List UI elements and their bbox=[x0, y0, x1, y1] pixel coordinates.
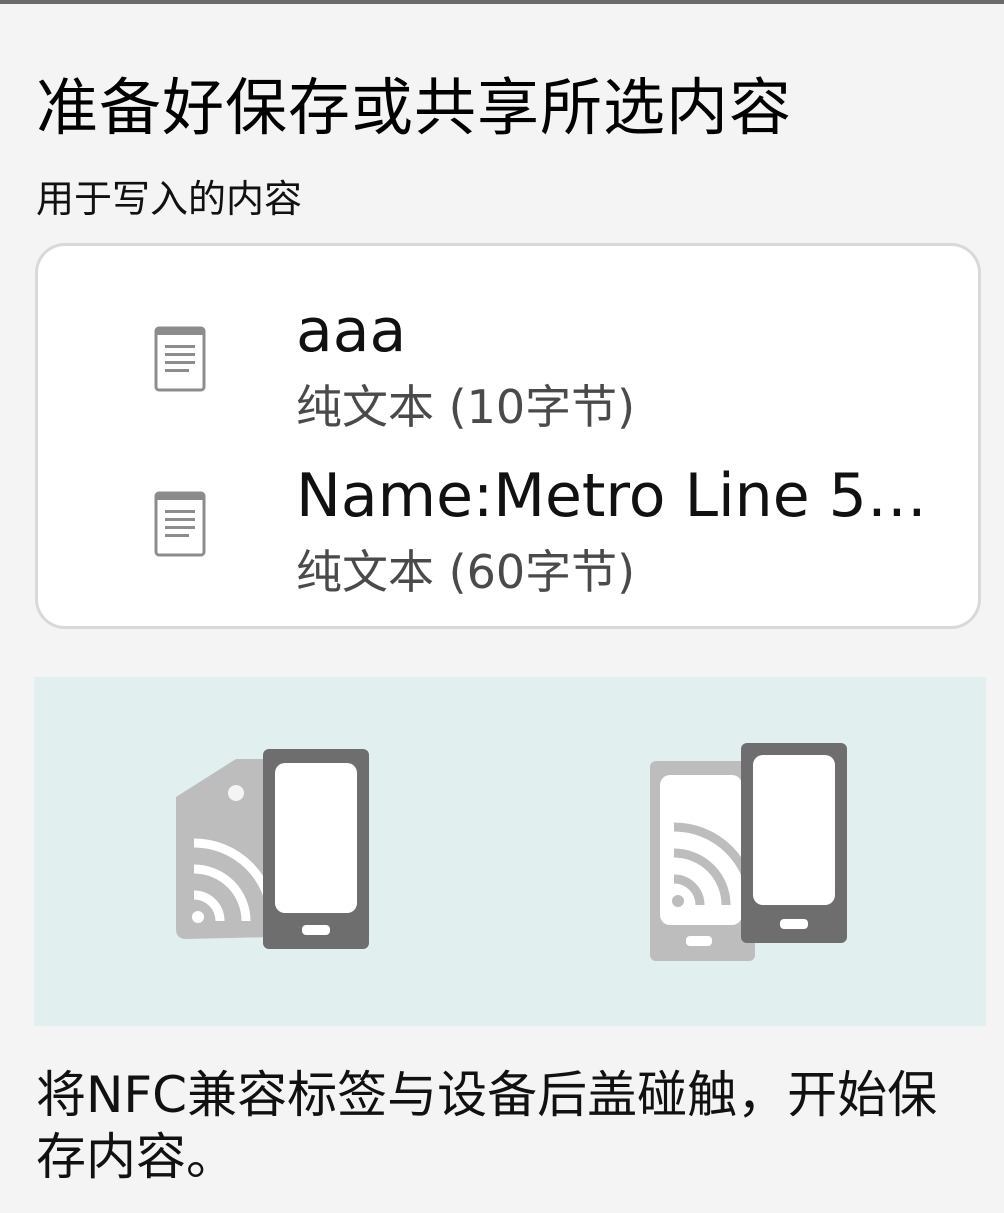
item-meta: 纯文本 (60字节) bbox=[296, 545, 636, 599]
document-icon bbox=[154, 326, 206, 392]
item-name: aaa bbox=[296, 296, 407, 366]
page-title: 准备好保存或共享所选内容 bbox=[36, 71, 793, 144]
nfc-tag-phone-icon bbox=[176, 749, 369, 949]
list-item[interactable]: aaa 纯文本 (10字节) bbox=[38, 296, 978, 464]
top-divider bbox=[0, 0, 1004, 4]
document-icon bbox=[154, 491, 206, 557]
section-subtitle: 用于写入的内容 bbox=[36, 177, 303, 221]
item-meta: 纯文本 (10字节) bbox=[296, 380, 636, 434]
instructions-text: 将NFC兼容标签与设备后盖碰触，开始保存内容。 bbox=[36, 1066, 938, 1186]
nfc-illustration-panel bbox=[34, 677, 986, 1026]
item-name: Name:Metro Line 5:... bbox=[296, 461, 936, 531]
phone-to-phone-icon bbox=[650, 743, 847, 961]
content-list-card: aaa 纯文本 (10字节) Name:Metro Line 5:... 纯文本… bbox=[35, 243, 981, 629]
list-item[interactable]: Name:Metro Line 5:... 纯文本 (60字节) bbox=[38, 461, 978, 629]
